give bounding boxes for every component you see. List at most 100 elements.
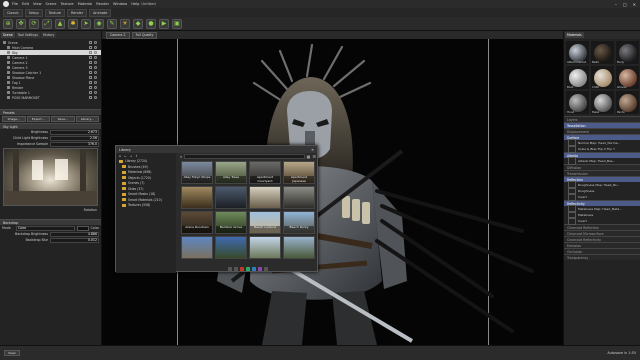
tab-classic[interactable]: Classic <box>3 8 23 17</box>
menu-item-edit[interactable]: Edit <box>22 2 29 6</box>
tab-render[interactable]: Render <box>67 8 88 17</box>
minimize-icon[interactable]: – <box>615 2 617 7</box>
library-title-bar[interactable]: Library ✕ <box>116 146 317 153</box>
save-button[interactable]: Save... <box>51 116 75 122</box>
library-search-input[interactable] <box>184 154 305 159</box>
library-button[interactable]: Library... <box>75 116 99 122</box>
material-swatch[interactable]: Body <box>616 41 639 64</box>
library-thumbnail[interactable] <box>283 236 315 259</box>
visibility-icon[interactable] <box>94 91 97 94</box>
library-window[interactable]: Library ✕ ⌂ ← → ⇪ Library (2724) Brushes … <box>115 145 318 273</box>
grid-view-icon[interactable]: ▦ <box>307 154 311 159</box>
backdrop-blur-slider[interactable]: 0.012 <box>50 237 99 243</box>
material-swatch[interactable]: Boot <box>566 66 589 89</box>
library-thumbnail[interactable] <box>181 236 213 259</box>
tab-texture[interactable]: Texture <box>44 8 66 17</box>
cursor-tool-icon[interactable]: ➤ <box>81 18 91 29</box>
texture-slot-swatch[interactable] <box>568 217 576 225</box>
lock-icon[interactable] <box>89 66 92 69</box>
library-thumbnail[interactable]: Bamboo Grove <box>215 211 247 234</box>
light-tool-icon[interactable]: ✱ <box>68 18 78 29</box>
lock-icon[interactable] <box>89 91 92 94</box>
move-tool-icon[interactable]: ✥ <box>16 18 26 29</box>
library-thumbnail[interactable]: Apartment Courtyard <box>249 161 281 184</box>
export-button[interactable]: Export... <box>26 116 50 122</box>
visibility-icon[interactable] <box>94 96 97 99</box>
texture-slot-swatch[interactable] <box>568 157 576 165</box>
home-icon[interactable]: ⌂ <box>119 154 121 158</box>
rotate-tool-icon[interactable]: ⟳ <box>29 18 39 29</box>
filter-icon[interactable] <box>228 267 232 271</box>
material-section-header[interactable]: Transparency <box>564 254 640 260</box>
lock-icon[interactable] <box>89 61 92 64</box>
sort-icon[interactable] <box>234 267 238 271</box>
camera-tool-icon[interactable]: ◉ <box>94 18 104 29</box>
red-tag-icon[interactable] <box>240 267 244 271</box>
visibility-icon[interactable] <box>94 86 97 89</box>
menu-item-texture[interactable]: Texture <box>60 2 73 6</box>
backdrop-color-swatch[interactable] <box>76 225 89 231</box>
lock-icon[interactable] <box>89 71 92 74</box>
tab-animate[interactable]: Animate <box>89 8 112 17</box>
materials-tab[interactable]: Materials <box>565 32 584 38</box>
clear-button[interactable]: Clear <box>4 350 20 356</box>
tab-tool-settings[interactable]: Tool Settings <box>15 32 40 38</box>
settings-icon[interactable] <box>264 267 268 271</box>
lock-icon[interactable] <box>89 96 92 99</box>
search-icon[interactable]: ⌕ <box>180 154 182 159</box>
list-view-icon[interactable]: ☰ <box>312 154 316 159</box>
library-thumbnail[interactable] <box>181 186 213 209</box>
lock-icon[interactable] <box>89 86 92 89</box>
back-arrow-icon[interactable]: ← <box>124 154 127 158</box>
menu-item-file[interactable]: File <box>12 2 18 6</box>
blue-tag-icon[interactable] <box>252 267 256 271</box>
pivot-tool-icon[interactable]: ▲ <box>55 18 65 29</box>
hdri-preview[interactable] <box>3 148 98 206</box>
property-slider[interactable]: 2.673 <box>50 129 99 135</box>
visibility-icon[interactable] <box>94 41 97 44</box>
material-swatch[interactable]: Hood <box>566 91 589 114</box>
tab-history[interactable]: History <box>41 32 57 38</box>
close-icon[interactable]: ✕ <box>633 2 636 7</box>
lock-icon[interactable] <box>89 41 92 44</box>
select-tool-icon[interactable]: ⊕ <box>3 18 13 29</box>
visibility-icon[interactable] <box>94 66 97 69</box>
menu-item-view[interactable]: View <box>33 2 42 6</box>
purple-tag-icon[interactable] <box>258 267 262 271</box>
green-tag-icon[interactable] <box>246 267 250 271</box>
library-folder[interactable]: Textures (558) <box>116 203 176 209</box>
render-tool-icon[interactable]: ▶ <box>159 18 169 29</box>
visibility-icon[interactable] <box>94 81 97 84</box>
library-thumbnail[interactable] <box>215 236 247 259</box>
property-slider[interactable]: 2.56 <box>50 135 99 141</box>
maximize-icon[interactable]: □ <box>623 2 627 7</box>
library-thumbnail[interactable] <box>249 236 281 259</box>
library-thumbnail[interactable]: Arena Rundown <box>181 211 213 234</box>
tab-setup[interactable]: Setup <box>24 8 43 17</box>
sun-tool-icon[interactable]: ☀ <box>120 18 130 29</box>
library-thumbnail[interactable] <box>249 186 281 209</box>
library-thumbnail[interactable]: Beach Lookout <box>249 211 281 234</box>
material-swatch[interactable]: Pants <box>616 91 639 114</box>
backdrop-brightness-slider[interactable]: 4.886 <box>50 231 99 237</box>
menu-item-scene[interactable]: Scene <box>46 2 57 6</box>
upload-icon[interactable]: ⇪ <box>135 154 138 158</box>
lock-icon[interactable] <box>89 76 92 79</box>
forward-arrow-icon[interactable]: → <box>130 154 133 158</box>
property-slider[interactable]: 376.0 <box>50 141 99 147</box>
screenshot-tool-icon[interactable]: ▣ <box>172 18 182 29</box>
material-swatch[interactable]: Gloves <box>616 66 639 89</box>
library-thumbnail[interactable]: Alley Trees <box>215 161 247 184</box>
texture-slot-swatch[interactable] <box>568 145 576 153</box>
visibility-icon[interactable] <box>94 71 97 74</box>
texture-slot-swatch[interactable] <box>568 193 576 201</box>
visibility-icon[interactable] <box>94 51 97 54</box>
visibility-icon[interactable] <box>94 76 97 79</box>
visibility-icon[interactable] <box>94 56 97 59</box>
material-swatch[interactable]: Attachments1 <box>566 41 589 64</box>
scale-tool-icon[interactable]: ⤢ <box>42 18 52 29</box>
lock-icon[interactable] <box>89 56 92 59</box>
menu-item-window[interactable]: Window <box>113 2 127 6</box>
scene-tree-item[interactable]: POSE MARMOSET <box>0 95 101 100</box>
lock-icon[interactable] <box>89 81 92 84</box>
